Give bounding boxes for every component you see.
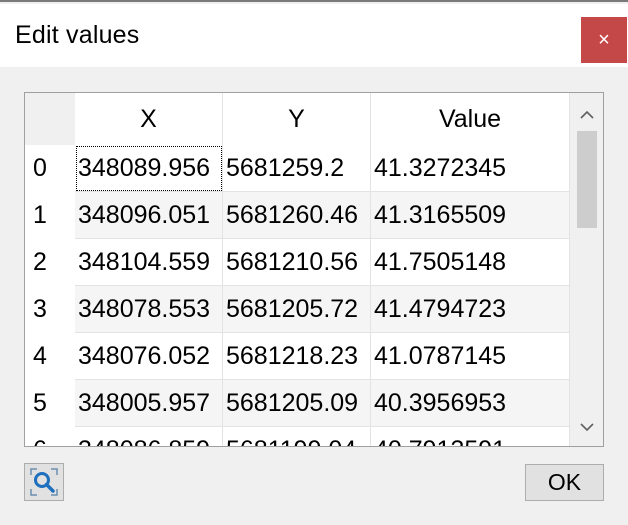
row-header[interactable]: 1 — [25, 192, 75, 239]
scroll-up-arrow-icon[interactable] — [570, 97, 603, 131]
table-row[interactable]: 1 348096.051 5681260.46 41.3165509 — [25, 192, 570, 239]
scroll-thumb[interactable] — [577, 131, 597, 228]
table-cell-value[interactable]: 41.4794723 — [371, 286, 570, 333]
table-cell-y[interactable]: 5681210.56 — [223, 239, 371, 286]
table-cell-value[interactable]: 41.3165509 — [371, 192, 570, 239]
table-cell-x[interactable]: 348076.052 — [75, 333, 223, 380]
table-cell-value[interactable]: 41.7505148 — [371, 239, 570, 286]
row-header[interactable]: 5 — [25, 380, 75, 427]
table-cell-value[interactable]: 40.7913591 — [371, 427, 570, 446]
zoom-button[interactable] — [24, 463, 64, 501]
table-cell-x[interactable]: 348089.956 — [75, 145, 223, 192]
values-table: X Y Value 0 348089.956 5681259.2 41.3272345… — [24, 92, 604, 447]
table-cell-value[interactable]: 40.3956953 — [371, 380, 570, 427]
close-button[interactable]: × — [581, 17, 627, 63]
table-cell-y[interactable]: 5681199.04 — [223, 427, 371, 446]
table-cell-y[interactable]: 5681218.23 — [223, 333, 371, 380]
table-cell-x[interactable]: 348096.051 — [75, 192, 223, 239]
row-header[interactable]: 4 — [25, 333, 75, 380]
column-header-value[interactable]: Value — [371, 93, 570, 145]
column-header-x[interactable]: X — [75, 93, 223, 145]
table-cell-y[interactable]: 5681259.2 — [223, 145, 371, 192]
row-header[interactable]: 0 — [25, 145, 75, 192]
table-cell-y[interactable]: 5681260.46 — [223, 192, 371, 239]
table-cell-y[interactable]: 5681205.72 — [223, 286, 371, 333]
column-header-y[interactable]: Y — [223, 93, 371, 145]
row-header[interactable]: 2 — [25, 239, 75, 286]
table-row[interactable]: 0 348089.956 5681259.2 41.3272345 — [25, 145, 570, 192]
table-cell-y[interactable]: 5681205.09 — [223, 380, 371, 427]
table-cell-value[interactable]: 41.0787145 — [371, 333, 570, 380]
row-header[interactable]: 3 — [25, 286, 75, 333]
vertical-scrollbar[interactable] — [570, 93, 603, 446]
row-header[interactable]: 6 — [25, 427, 75, 446]
table-row[interactable]: 4 348076.052 5681218.23 41.0787145 — [25, 333, 570, 380]
magnifier-icon — [30, 468, 58, 496]
table-row[interactable]: 3 348078.553 5681205.72 41.4794723 — [25, 286, 570, 333]
table-cell-x[interactable]: 348104.559 — [75, 239, 223, 286]
table-row[interactable]: 5 348005.957 5681205.09 40.3956953 — [25, 380, 570, 427]
table-cell-x[interactable]: 348005.957 — [75, 380, 223, 427]
table-cell-x[interactable]: 348078.553 — [75, 286, 223, 333]
table-corner — [25, 93, 75, 145]
dialog-title: Edit values — [15, 21, 140, 49]
title-bar: Edit values × — [0, 4, 628, 67]
scroll-down-arrow-icon[interactable] — [570, 410, 603, 444]
table-row[interactable]: 2 348104.559 5681210.56 41.7505148 — [25, 239, 570, 286]
table-row[interactable]: 6348086.8595681199.0440.7913591 — [25, 427, 570, 446]
ok-button[interactable]: OK — [525, 464, 604, 501]
table-cell-value[interactable]: 41.3272345 — [371, 145, 570, 192]
table-cell-x[interactable]: 348086.859 — [75, 427, 223, 446]
edit-values-dialog: Edit values × X Y Value 0 348089.956 56812… — [0, 0, 628, 525]
close-icon: × — [598, 28, 610, 51]
